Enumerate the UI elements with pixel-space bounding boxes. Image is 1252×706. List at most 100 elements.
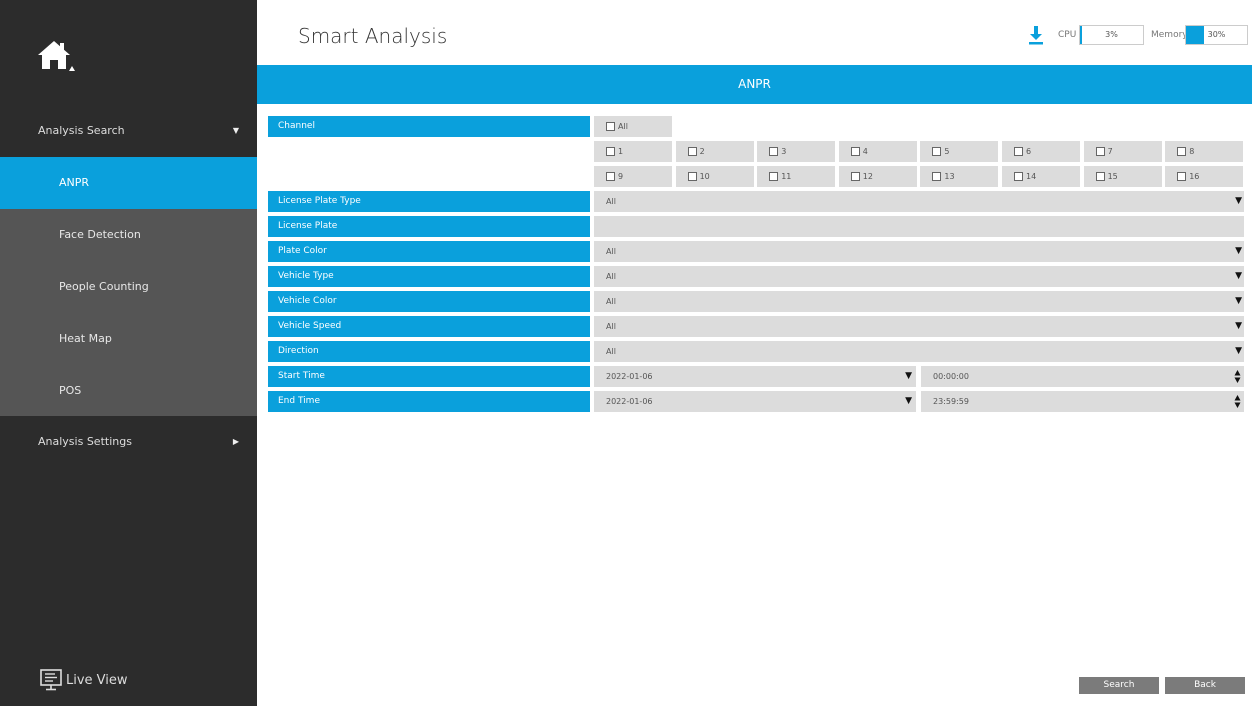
channel-checkbox[interactable]: 4: [838, 141, 917, 162]
memory-value: 30%: [1207, 30, 1226, 39]
checkbox-icon: [1177, 147, 1187, 156]
channel-all-checkbox[interactable]: All: [594, 116, 672, 137]
direction-select[interactable]: All ▼: [594, 341, 1244, 362]
vehicle-color-select[interactable]: All ▼: [594, 291, 1244, 312]
checkbox-icon: [606, 122, 615, 131]
channel-checkbox[interactable]: 5: [920, 141, 999, 162]
channel-checkbox[interactable]: 3: [757, 141, 836, 162]
back-button[interactable]: Back: [1165, 677, 1245, 694]
checkbox-icon: [932, 172, 942, 181]
end-date-select[interactable]: 2022-01-06 ▼: [594, 391, 916, 412]
channel-checkbox-label: 16: [1189, 172, 1200, 181]
start-date-value: 2022-01-06: [606, 372, 653, 381]
sidebar-item-pos[interactable]: POS: [0, 365, 257, 417]
vehicle-color-label: Vehicle Color: [268, 291, 590, 312]
chevron-down-icon: ▼: [232, 126, 239, 135]
checkbox-icon: [1177, 172, 1187, 181]
cpu-meter: 3%: [1079, 25, 1144, 45]
channel-label: Channel: [268, 116, 590, 137]
sidebar-item-anpr[interactable]: ANPR: [0, 157, 257, 209]
sidebar-item-face-detection[interactable]: Face Detection: [0, 209, 257, 261]
checkbox-icon: [769, 147, 779, 156]
channel-checkbox[interactable]: 16: [1165, 166, 1244, 187]
channel-checkbox-label: 3: [781, 147, 787, 156]
channel-checkbox[interactable]: 2: [675, 141, 754, 162]
license-plate-label: License Plate: [268, 216, 590, 237]
end-time-input[interactable]: 23:59:59: [921, 391, 1244, 412]
channel-checkbox[interactable]: 14: [1002, 166, 1080, 187]
nav-analysis-search[interactable]: Analysis Search ▼: [0, 106, 257, 156]
dropdown-arrow-icon: ▼: [1235, 321, 1242, 331]
checkbox-icon: [850, 147, 860, 156]
checkbox-icon: [1014, 172, 1023, 181]
start-time-value: 00:00:00: [933, 372, 969, 381]
channel-checkbox-label: 8: [1189, 147, 1195, 156]
chevron-right-icon: ▶: [232, 437, 239, 446]
channel-checkbox[interactable]: 11: [757, 166, 836, 187]
dropdown-arrow-icon: ▼: [1235, 271, 1242, 281]
checkbox-icon: [687, 147, 697, 156]
checkbox-icon: [606, 172, 615, 181]
plate-color-value: All: [606, 247, 616, 256]
home-icon[interactable]: [36, 38, 76, 72]
dropdown-arrow-icon: ▼: [1235, 246, 1242, 256]
channel-all-label: All: [618, 122, 628, 131]
spinner-icon[interactable]: [1234, 394, 1241, 409]
plate-color-select[interactable]: All ▼: [594, 241, 1244, 262]
channel-checkbox[interactable]: 13: [920, 166, 999, 187]
checkbox-icon: [1095, 147, 1105, 156]
monitor-icon: [40, 669, 62, 691]
sidebar-item-heat-map[interactable]: Heat Map: [0, 313, 257, 365]
sidebar-item-people-counting[interactable]: People Counting: [0, 261, 257, 313]
checkbox-icon: [687, 172, 697, 181]
channel-checkbox-label: 2: [699, 147, 705, 156]
vehicle-speed-label: Vehicle Speed: [268, 316, 590, 337]
end-date-value: 2022-01-06: [606, 397, 653, 406]
live-view-label: Live View: [66, 672, 128, 688]
checkbox-icon: [606, 147, 615, 156]
license-plate-type-select[interactable]: All ▼: [594, 191, 1244, 212]
memory-meter: 30%: [1185, 25, 1248, 45]
memory-meter-fill: [1186, 26, 1205, 44]
search-button[interactable]: Search: [1079, 677, 1159, 694]
sidebar: Analysis Search ▼ ANPR Face Detection Pe…: [0, 0, 257, 706]
spinner-icon[interactable]: [1234, 369, 1241, 384]
nav-analysis-settings[interactable]: Analysis Settings ▶: [0, 417, 257, 467]
dropdown-arrow-icon: ▼: [905, 371, 912, 381]
checkbox-icon: [769, 172, 779, 181]
live-view-button[interactable]: Live View: [40, 668, 128, 692]
vehicle-speed-value: All: [606, 322, 616, 331]
direction-value: All: [606, 347, 616, 356]
channel-checkbox-label: 10: [699, 172, 710, 181]
checkbox-icon: [850, 172, 860, 181]
download-icon[interactable]: [1028, 25, 1044, 45]
nav-analysis-settings-label: Analysis Settings: [38, 435, 132, 448]
channel-checkbox[interactable]: 9: [594, 166, 672, 187]
channel-checkbox-label: 9: [618, 172, 624, 181]
vehicle-speed-select[interactable]: All ▼: [594, 316, 1244, 337]
vehicle-color-value: All: [606, 297, 616, 306]
direction-label: Direction: [268, 341, 590, 362]
section-banner: ANPR: [257, 65, 1252, 104]
channel-checkbox[interactable]: 7: [1083, 141, 1162, 162]
start-time-input[interactable]: 00:00:00: [921, 366, 1244, 387]
channel-checkbox[interactable]: 1: [594, 141, 672, 162]
channel-checkbox-label: 5: [944, 147, 950, 156]
license-plate-input[interactable]: [594, 216, 1244, 237]
dropdown-arrow-icon: ▼: [905, 396, 912, 406]
checkbox-icon: [932, 147, 942, 156]
channel-checkbox-label: 12: [862, 172, 873, 181]
channel-checkbox[interactable]: 6: [1002, 141, 1080, 162]
channel-checkbox-label: 11: [781, 172, 792, 181]
channel-checkbox[interactable]: 10: [675, 166, 754, 187]
start-date-select[interactable]: 2022-01-06 ▼: [594, 366, 916, 387]
vehicle-type-select[interactable]: All ▼: [594, 266, 1244, 287]
analysis-search-submenu: ANPR Face Detection People Counting Heat…: [0, 157, 257, 416]
channel-checkbox[interactable]: 15: [1083, 166, 1162, 187]
dropdown-arrow-icon: ▼: [1235, 346, 1242, 356]
channel-checkbox[interactable]: 12: [838, 166, 917, 187]
channel-checkbox-label: 14: [1026, 172, 1037, 181]
channel-checkbox-label: 1: [618, 147, 624, 156]
channel-checkbox[interactable]: 8: [1165, 141, 1244, 162]
cpu-label: CPU: [1058, 30, 1077, 40]
